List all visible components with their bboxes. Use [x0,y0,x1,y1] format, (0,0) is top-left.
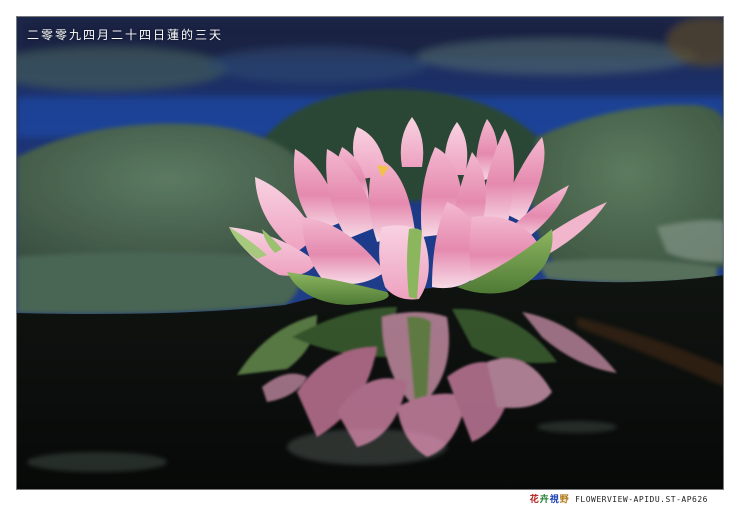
watermark: 花卉視野 FLOWERVIEW-APIDU.ST-AP626 [530,492,708,505]
watermark-char-1: 花 [529,495,540,505]
watermark-char-4: 野 [559,495,570,505]
watermark-char-3: 視 [549,495,560,505]
photo-caption: 二零零九四月二十四日蓮的三天 [27,28,224,42]
water-lily-photo: 二零零九四月二十四日蓮的三天 [16,16,724,490]
watermark-text: FLOWERVIEW-APIDU.ST-AP626 [575,495,708,504]
photo-scene [17,17,723,489]
photo-frame: 二零零九四月二十四日蓮的三天 花卉視野 FLOWERVIEW-APIDU.ST-… [0,0,740,506]
watermark-char-2: 卉 [539,495,550,505]
